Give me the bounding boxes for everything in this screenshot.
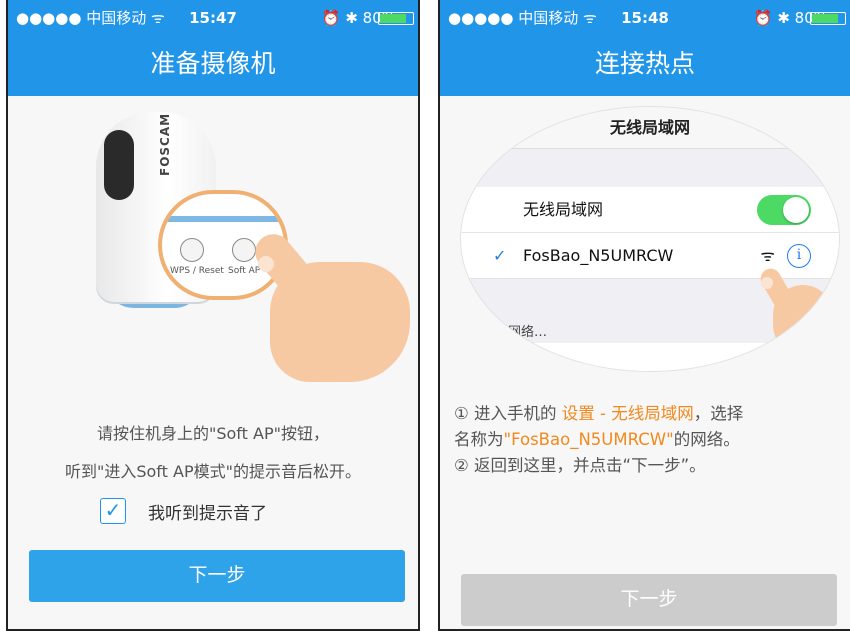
wifi-settings-header: 无线局域网: [461, 107, 839, 149]
soft-ap-button-illustration: [232, 238, 256, 262]
info-icon: i: [787, 244, 811, 268]
wifi-toggle-row: 无线局域网: [461, 187, 839, 233]
heard-sound-checkbox[interactable]: ✓: [100, 498, 126, 524]
status-time: 15:48: [621, 9, 669, 27]
selected-checkmark-icon: ✓: [493, 246, 507, 265]
step-1-line-2: 名称为"FosBao_N5UMRCW"的网络。: [454, 428, 850, 452]
header-bar: ●●●●● 中国移动 ᯤ 15:48 ⏰ ✱ 80% 连接热点: [440, 0, 850, 96]
camera-brand-label: FOSCAM: [158, 112, 172, 176]
wifi-toggle-label: 无线局域网: [523, 200, 604, 219]
page-title: 准备摄像机: [150, 49, 276, 78]
carrier-signal: ●●●●● 中国移动 ᯤ: [16, 9, 165, 27]
heard-sound-label[interactable]: 我听到提示音了: [148, 499, 267, 524]
step-1-suffix: ，选择: [693, 404, 744, 423]
step-1-line2-suffix: 的网络。: [673, 430, 740, 449]
next-button-disabled[interactable]: 下一步: [461, 574, 837, 626]
camera-lens: [104, 130, 134, 200]
battery-icon: [378, 12, 414, 25]
step-2-text: ② 返回到这里，并点击“下一步”。: [454, 456, 706, 475]
wifi-network-row: ✓ FosBao_N5UMRCW ᯤ i: [461, 233, 839, 279]
phone-prepare-camera: ●●●●● 中国移动 ᯤ 15:47 ⏰ ✱ 80% 准备摄像机 FOSCAM …: [6, 0, 420, 631]
camera-stripe: [162, 216, 284, 222]
phone-connect-hotspot: ●●●●● 中国移动 ᯤ 15:48 ⏰ ✱ 80% 连接热点 无线局域网 无线…: [438, 0, 850, 631]
wps-reset-label: WPS / Reset: [170, 266, 224, 276]
wifi-toggle-switch: [757, 195, 811, 225]
soft-ap-label: Soft AP: [228, 266, 261, 276]
battery-icon: [810, 12, 846, 25]
step-1-network-name: "FosBao_N5UMRCW": [503, 430, 674, 449]
step-1-settings-path: 设置 - 无线局域网: [561, 404, 694, 423]
heard-sound-row[interactable]: ✓ 我听到提示音了: [100, 498, 267, 524]
carrier-signal: ●●●●● 中国移动 ᯤ: [448, 9, 597, 27]
screenshot-stage: ●●●●● 中国移动 ᯤ 15:47 ⏰ ✱ 80% 准备摄像机 FOSCAM …: [0, 0, 850, 631]
step-1-line-1: ① 进入手机的 设置 - 无线局域网，选择: [454, 402, 850, 426]
network-ssid: FosBao_N5UMRCW: [523, 246, 674, 265]
searching-networks-text: 取网络…: [495, 325, 548, 340]
status-time: 15:47: [189, 9, 237, 27]
page-title: 连接热点: [594, 49, 695, 78]
wps-reset-button-illustration: [180, 238, 204, 262]
next-button[interactable]: 下一步: [29, 550, 405, 602]
instruction-line-1: 请按住机身上的"Soft AP"按钮，: [97, 424, 329, 443]
instruction-line-2: 听到"进入Soft AP模式"的提示音后松开。: [65, 462, 361, 481]
status-bar: ●●●●● 中国移动 ᯤ 15:48 ⏰ ✱ 80%: [440, 0, 850, 36]
status-bar: ●●●●● 中国移动 ᯤ 15:47 ⏰ ✱ 80%: [8, 0, 418, 36]
step-1-line2-prefix: 名称为: [454, 430, 504, 449]
header-bar: ●●●●● 中国移动 ᯤ 15:47 ⏰ ✱ 80% 准备摄像机: [8, 0, 418, 96]
step-1-prefix: ① 进入手机的: [454, 404, 562, 423]
wifi-settings-illustration: 无线局域网 无线局域网 ✓ FosBao_N5UMRCW ᯤ i 取网络…: [460, 106, 840, 372]
